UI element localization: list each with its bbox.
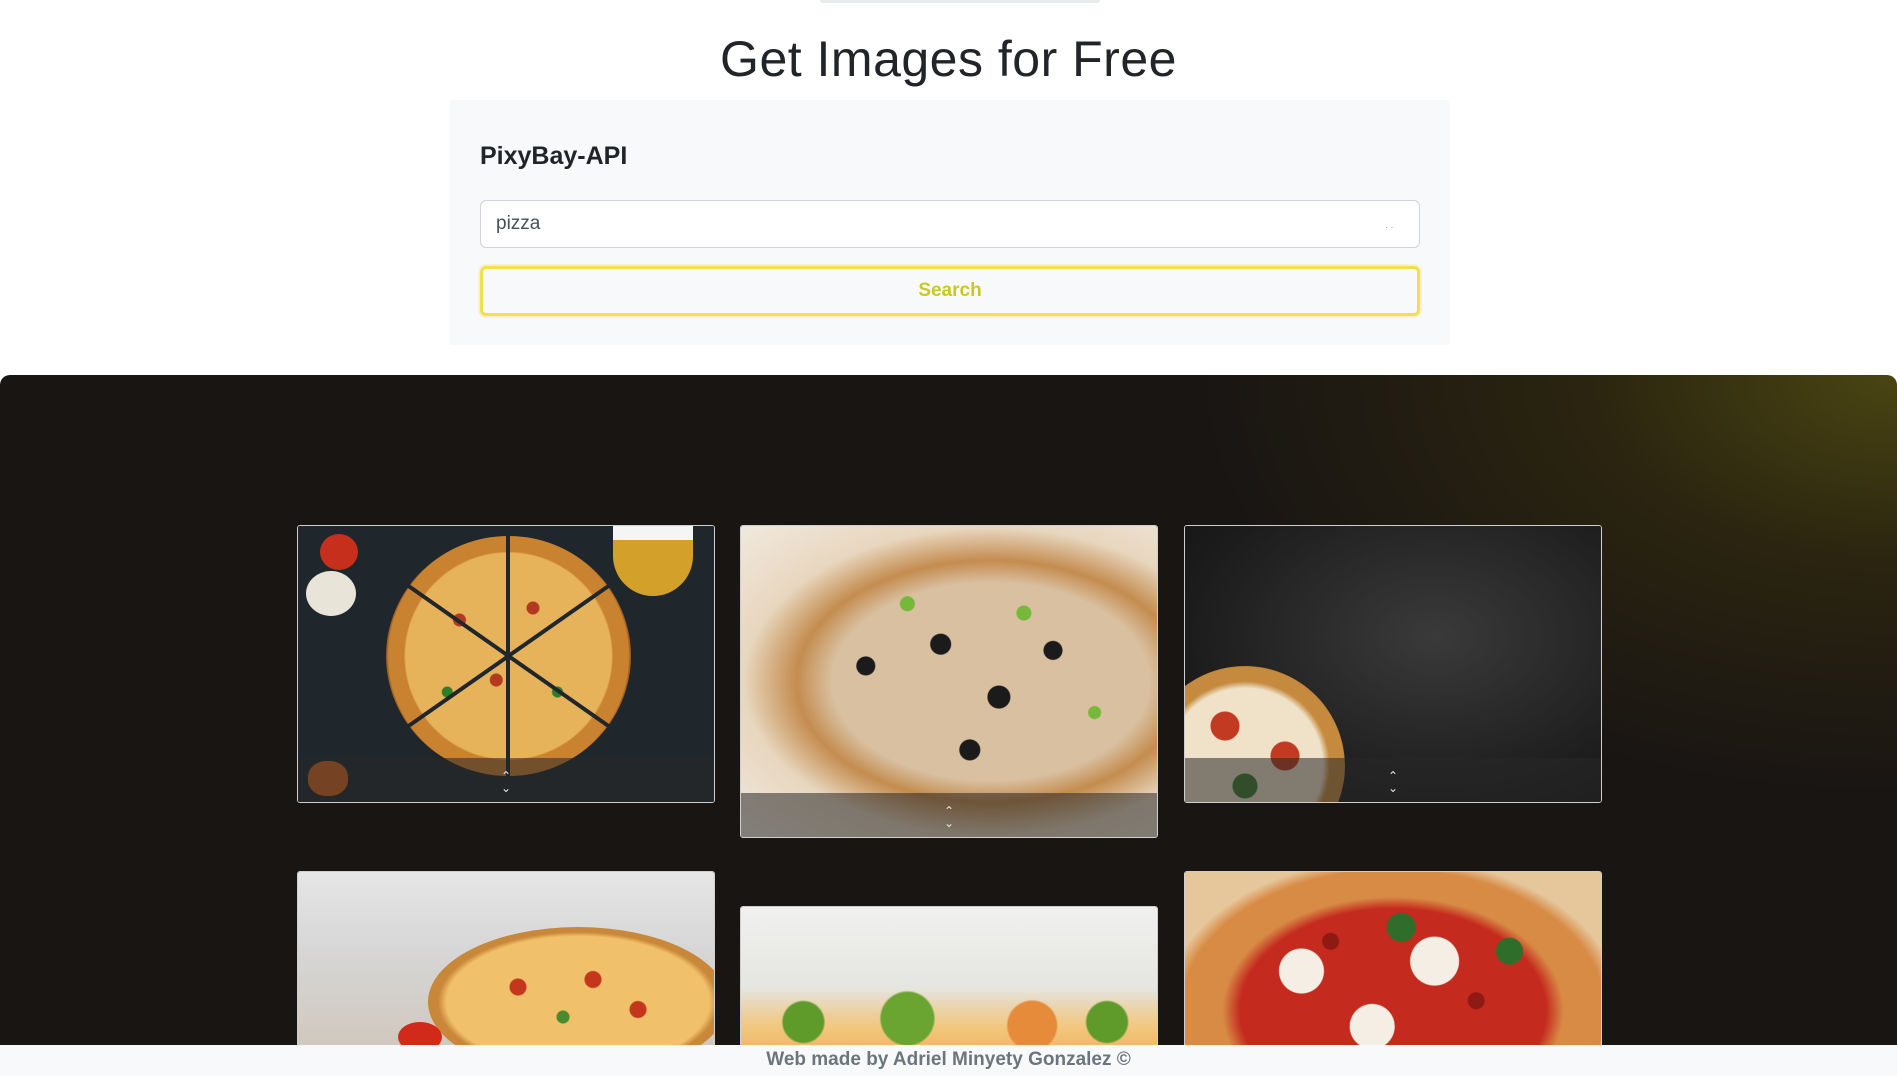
image-card[interactable]: ⌃ ⌄ bbox=[297, 525, 715, 803]
footer: Web made by Adriel Minyety Gonzalez © bbox=[0, 1045, 1897, 1076]
image-card[interactable] bbox=[297, 871, 715, 1045]
footer-credit: Web made by Adriel Minyety Gonzalez © bbox=[766, 1049, 1131, 1070]
search-button[interactable]: Search bbox=[480, 266, 1420, 316]
image-gallery: ⌃ ⌄ ⌃ ⌄ ⌃ ⌄ bbox=[0, 375, 1897, 1045]
gallery-image bbox=[298, 872, 714, 1045]
search-input[interactable] bbox=[480, 200, 1420, 248]
input-hint: . . bbox=[1385, 220, 1394, 231]
panel-title: PixyBay-API bbox=[480, 142, 628, 170]
gallery-image bbox=[741, 907, 1157, 1045]
top-tab-edge bbox=[820, 0, 1100, 3]
gallery-image bbox=[741, 526, 1157, 837]
expand-chevron-icon[interactable]: ⌃ ⌄ bbox=[944, 805, 954, 829]
page-title: Get Images for Free bbox=[720, 31, 1177, 87]
gallery-image bbox=[1185, 872, 1601, 1045]
image-card[interactable]: ⌃ ⌄ bbox=[1184, 525, 1602, 803]
expand-chevron-icon[interactable]: ⌃ ⌄ bbox=[501, 770, 511, 794]
header: Get Images for Free PixyBay-API . . Sear… bbox=[0, 0, 1897, 375]
image-card[interactable] bbox=[740, 906, 1158, 1045]
search-panel: PixyBay-API . . Search bbox=[450, 100, 1450, 345]
image-card[interactable]: ⌃ ⌄ bbox=[740, 525, 1158, 838]
image-card[interactable] bbox=[1184, 871, 1602, 1045]
expand-chevron-icon[interactable]: ⌃ ⌄ bbox=[1388, 770, 1398, 794]
